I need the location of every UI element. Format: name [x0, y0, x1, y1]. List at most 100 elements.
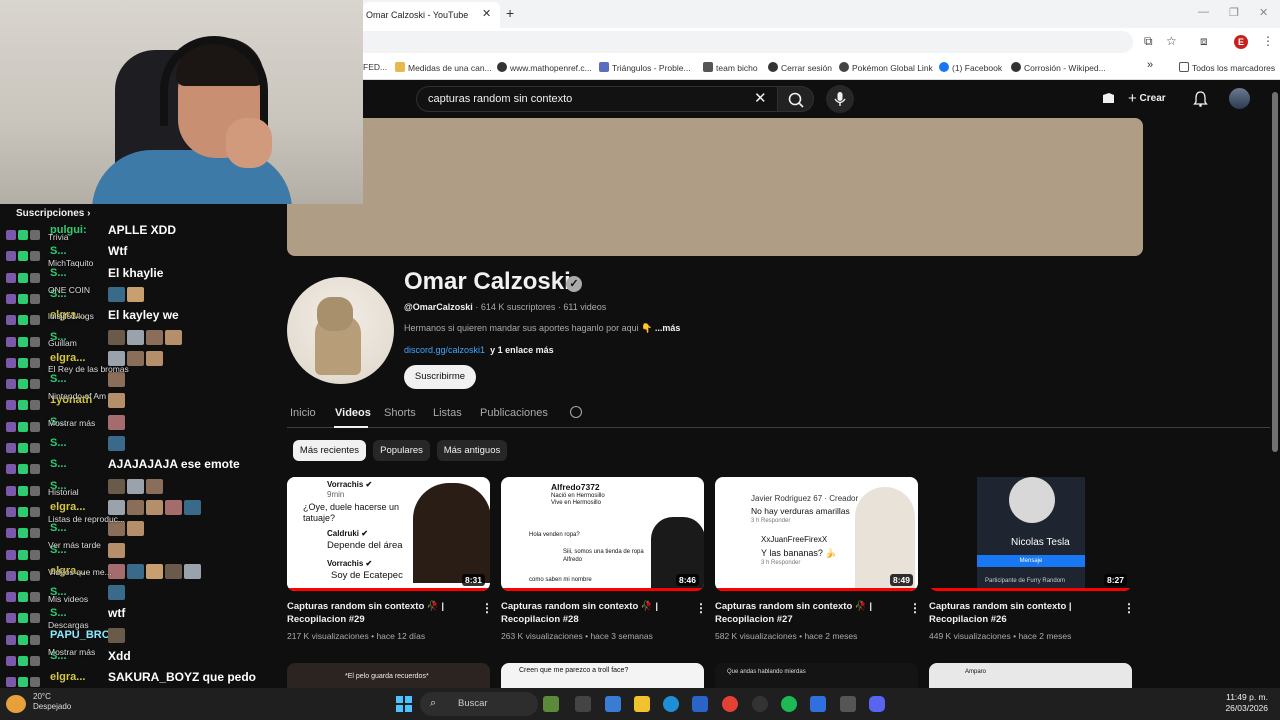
- sidebar-item[interactable]: luisjifs1/logs: [48, 311, 94, 321]
- sidebar-item[interactable]: Nintendo of Am: [48, 391, 106, 401]
- extensions-icon[interactable]: ⧈: [1200, 34, 1208, 49]
- store-icon[interactable]: [692, 696, 708, 712]
- sidebar-subscriptions[interactable]: Suscripciones ›: [16, 208, 90, 219]
- tab-shorts[interactable]: Shorts: [384, 407, 416, 419]
- cast-icon[interactable]: ⧉: [1144, 34, 1153, 49]
- tab-listas[interactable]: Listas: [433, 407, 462, 419]
- video-thumbnail[interactable]: Nicolas Tesla Mensaje Participante de Fu…: [929, 477, 1132, 591]
- bookmark-item[interactable]: (1) Facebook: [939, 62, 1002, 73]
- app-icon[interactable]: [810, 696, 826, 712]
- account-avatar[interactable]: [1229, 88, 1250, 109]
- browser-tab-active[interactable]: Omar Calzoski - YouTube: [363, 2, 500, 28]
- edge-icon[interactable]: [663, 696, 679, 712]
- channel-avatar[interactable]: [287, 277, 394, 384]
- new-tab-button[interactable]: +: [506, 5, 514, 21]
- search-button[interactable]: [777, 86, 814, 112]
- weather-icon[interactable]: [6, 695, 26, 713]
- video-title[interactable]: Capturas random sin contexto 🥀 | Recopil…: [287, 600, 472, 626]
- sidebar-item[interactable]: Guillam: [48, 338, 77, 348]
- clear-search-icon[interactable]: ✕: [754, 89, 767, 107]
- sidebar-item[interactable]: Trivia: [48, 232, 68, 242]
- create-button[interactable]: + Crear: [1128, 90, 1166, 107]
- profile-avatar[interactable]: E: [1234, 35, 1248, 49]
- widget-app-icon[interactable]: [543, 696, 559, 712]
- bookmark-item[interactable]: Pokémon Global Link: [839, 62, 933, 73]
- weather-widget[interactable]: 20°C Despejado: [33, 692, 71, 712]
- chat-username[interactable]: PAPU_BRO: [50, 629, 110, 641]
- app-icon[interactable]: [605, 696, 621, 712]
- sidebar-item[interactable]: ONE COIN: [48, 285, 90, 295]
- chat-username[interactable]: S...: [50, 437, 67, 449]
- video-thumbnail[interactable]: Alfredo7372 Nació en Hermosillo Vive en …: [501, 477, 704, 591]
- notifications-bell-icon[interactable]: [1193, 91, 1208, 107]
- channel-search-icon[interactable]: [570, 406, 582, 418]
- omnibox[interactable]: [363, 31, 1133, 53]
- obs-icon[interactable]: [752, 696, 768, 712]
- search-input[interactable]: capturas random sin contexto: [416, 86, 778, 112]
- bookmark-item[interactable]: Medidas de una can...: [395, 62, 492, 73]
- sidebar-item[interactable]: Mostrar más: [48, 418, 95, 428]
- chat-username[interactable]: S...: [50, 458, 67, 470]
- spotify-icon[interactable]: [781, 696, 797, 712]
- video-thumbnail[interactable]: Javier Rodriguez 67 · Creador No hay ver…: [715, 477, 918, 591]
- chat-username[interactable]: elgra...: [50, 501, 85, 513]
- video-menu-icon[interactable]: ⋮: [1123, 601, 1135, 615]
- bookmark-item[interactable]: team bicho: [703, 62, 758, 73]
- close-window-icon[interactable]: ✕: [1259, 6, 1268, 19]
- sidebar-item[interactable]: Descargas: [48, 620, 89, 630]
- channel-description[interactable]: Hermanos si quieren mandar sus aportes h…: [404, 323, 680, 334]
- chat-username[interactable]: S...: [50, 373, 67, 385]
- bookmark-item[interactable]: Corrosión - Wikiped...: [1011, 62, 1106, 73]
- chat-username[interactable]: S...: [50, 267, 67, 279]
- video-menu-icon[interactable]: ⋮: [481, 601, 493, 615]
- video-menu-icon[interactable]: ⋮: [695, 601, 707, 615]
- minimize-icon[interactable]: —: [1198, 6, 1209, 18]
- chip-mas-recientes[interactable]: Más recientes: [293, 440, 366, 461]
- cast-upload-icon[interactable]: [1101, 91, 1116, 106]
- taskbar-clock[interactable]: 11:49 p. m. 26/03/2026: [1220, 692, 1268, 714]
- chat-username[interactable]: elgra...: [50, 671, 85, 683]
- tab-publicaciones[interactable]: Publicaciones: [480, 407, 548, 419]
- all-bookmarks-button[interactable]: Todos los marcadores: [1179, 62, 1275, 73]
- sidebar-item[interactable]: El Rey de las bromas: [48, 364, 129, 374]
- chat-username[interactable]: elgra...: [50, 352, 85, 364]
- more-links[interactable]: y 1 enlace más: [490, 345, 554, 355]
- taskbar-search-input[interactable]: Buscar: [420, 692, 538, 716]
- chat-username[interactable]: S...: [50, 607, 67, 619]
- chat-username[interactable]: S...: [50, 245, 67, 257]
- description-more[interactable]: ...más: [655, 323, 681, 333]
- discord-icon[interactable]: [869, 696, 885, 712]
- app-icon[interactable]: [840, 696, 856, 712]
- video-thumbnail[interactable]: Vorrachis ✔ 9min ¿Oye, duele hacerse un …: [287, 477, 490, 591]
- chrome-menu-icon[interactable]: ⋮: [1262, 34, 1274, 48]
- bookmark-star-icon[interactable]: ☆: [1166, 34, 1177, 48]
- task-view-icon[interactable]: [575, 696, 591, 712]
- voice-search-button[interactable]: [826, 85, 854, 113]
- subscribe-button[interactable]: Suscribirme: [404, 365, 476, 389]
- chrome-icon[interactable]: [722, 696, 738, 712]
- windows-start-icon[interactable]: [396, 696, 412, 712]
- more-bookmarks-button[interactable]: »: [1147, 59, 1153, 71]
- bookmark-item[interactable]: FED...: [363, 62, 387, 72]
- video-menu-icon[interactable]: ⋮: [909, 601, 921, 615]
- sidebar-item[interactable]: Videos que me...: [48, 567, 112, 577]
- sidebar-item[interactable]: Listas de reproduc...: [48, 514, 125, 524]
- tab-inicio[interactable]: Inicio: [290, 407, 316, 419]
- bookmark-item[interactable]: Triángulos - Proble...: [599, 62, 691, 73]
- sidebar-item[interactable]: Mostrar más: [48, 647, 95, 657]
- bookmark-item[interactable]: Cerrar sesión: [768, 62, 832, 73]
- bookmark-item[interactable]: www.mathopenref.c...: [497, 62, 592, 73]
- page-scrollbar[interactable]: [1270, 80, 1280, 688]
- tab-videos[interactable]: Videos: [335, 407, 371, 419]
- sidebar-item[interactable]: Ver más tarde: [48, 540, 101, 550]
- sidebar-item[interactable]: MichTaquito: [48, 258, 93, 268]
- file-explorer-icon[interactable]: [634, 696, 650, 712]
- sidebar-item[interactable]: Historial: [48, 487, 79, 497]
- video-title[interactable]: Capturas random sin contexto 🥀 | Recopil…: [715, 600, 900, 626]
- scrollbar-thumb[interactable]: [1272, 92, 1278, 452]
- sidebar-item[interactable]: Mis videos: [48, 594, 88, 604]
- video-title[interactable]: Capturas random sin contexto | Recopilac…: [929, 600, 1121, 626]
- discord-link[interactable]: discord.gg/calzoski1: [404, 345, 485, 355]
- chip-populares[interactable]: Populares: [373, 440, 430, 461]
- maximize-icon[interactable]: ❐: [1229, 6, 1239, 19]
